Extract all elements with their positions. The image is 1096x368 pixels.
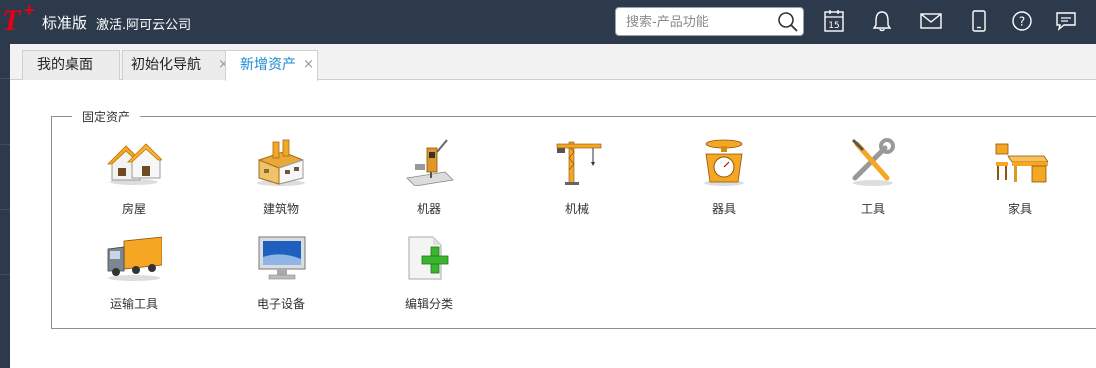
asset-category-label: 电子设备: [256, 297, 305, 311]
tab-label: 初始化导航: [131, 57, 201, 73]
asset-category-label: 房屋: [121, 202, 146, 216]
tab-my-desktop[interactable]: 我的桌面: [22, 50, 120, 80]
edit-category-button[interactable]: 编辑分类: [369, 233, 489, 313]
close-icon[interactable]: ×: [303, 51, 314, 79]
search-box[interactable]: [615, 7, 804, 36]
mobile-icon[interactable]: [968, 9, 990, 33]
edition-label: 标准版: [42, 14, 88, 32]
search-input[interactable]: [626, 12, 776, 32]
house-icon: [107, 143, 162, 185]
edit-category-icon: [408, 236, 449, 280]
mail-icon[interactable]: [920, 9, 942, 33]
asset-category-furniture[interactable]: 家具: [960, 138, 1080, 218]
machine-icon: [406, 139, 454, 186]
building-icon: [257, 139, 305, 186]
asset-category-label: 机器: [416, 202, 441, 216]
tools-icon: [851, 138, 895, 186]
left-sidebar-strip: [0, 44, 10, 368]
search-icon[interactable]: [777, 11, 799, 33]
tab-label: 新增资产: [240, 57, 296, 73]
asset-category-building[interactable]: 建筑物: [221, 138, 341, 218]
asset-category-tools[interactable]: 工具: [813, 138, 933, 218]
tab-init-guide[interactable]: 初始化导航 ×: [122, 50, 233, 80]
calendar-day: 15: [828, 21, 839, 31]
asset-category-label: 建筑物: [262, 202, 299, 216]
group-title: 固定资产: [72, 108, 141, 125]
monitor-icon: [258, 236, 306, 280]
scale-icon: [704, 139, 744, 186]
asset-category-label: 器具: [711, 202, 736, 216]
asset-category-label: 运输工具: [109, 297, 158, 311]
help-icon[interactable]: ?: [1011, 9, 1033, 33]
top-bar: T+ 标准版 激活.阿可云公司 15 ?: [0, 0, 1096, 44]
message-icon[interactable]: [1055, 9, 1077, 33]
asset-category-machine[interactable]: 机器: [369, 138, 489, 218]
asset-category-machinery[interactable]: 机械: [517, 138, 637, 218]
asset-category-apparatus[interactable]: 器具: [664, 138, 784, 218]
svg-text:?: ?: [1019, 15, 1025, 29]
tab-label: 我的桌面: [37, 57, 93, 73]
truck-icon: [107, 236, 162, 281]
asset-category-label: 编辑分类: [404, 297, 453, 311]
asset-category-transport[interactable]: 运输工具: [74, 233, 194, 313]
calendar-icon[interactable]: 15: [823, 9, 845, 33]
furniture-icon: [995, 143, 1048, 183]
bell-icon[interactable]: [871, 9, 893, 33]
tab-bar: 我的桌面 初始化导航 × 新增资产 ×: [10, 44, 1096, 81]
asset-category-electronics[interactable]: 电子设备: [221, 233, 341, 313]
asset-category-label: 工具: [860, 202, 885, 216]
asset-category-label: 机械: [564, 202, 589, 216]
asset-category-house[interactable]: 房屋: [74, 138, 194, 218]
activation-link[interactable]: 激活.阿可云公司: [96, 14, 191, 33]
crane-icon: [556, 141, 602, 185]
tab-new-asset[interactable]: 新增资产 ×: [225, 50, 318, 81]
asset-category-label: 家具: [1007, 202, 1032, 216]
